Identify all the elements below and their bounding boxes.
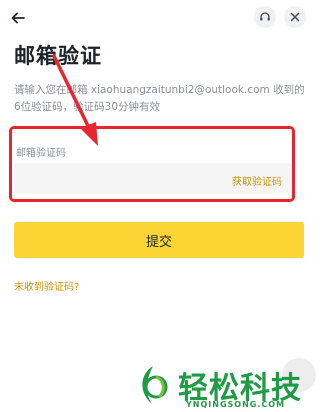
code-field-label: 邮箱验证码 xyxy=(16,148,66,159)
page-title: 邮箱验证 xyxy=(14,44,102,68)
close-icon xyxy=(290,12,300,22)
get-code-link[interactable]: 获取验证码 xyxy=(232,173,282,188)
support-button[interactable] xyxy=(254,6,276,28)
close-button[interactable] xyxy=(284,6,306,28)
submit-button[interactable]: 提交 xyxy=(14,222,304,258)
watermark-url: YNQINGSONG.COM xyxy=(186,400,286,409)
no-code-received-link[interactable]: 未收到验证码? xyxy=(14,278,79,293)
back-button[interactable] xyxy=(6,6,30,30)
email-verification-page: 邮箱验证 请输入您在邮箱 xiaohuangzaitunbi2@outlook.… xyxy=(0,0,321,412)
arrow-left-icon xyxy=(11,12,25,24)
instruction-text: 请输入您在邮箱 xiaohuangzaitunbi2@outlook.com 收… xyxy=(14,84,305,113)
watermark-logo xyxy=(142,366,168,404)
headset-icon xyxy=(260,12,270,21)
